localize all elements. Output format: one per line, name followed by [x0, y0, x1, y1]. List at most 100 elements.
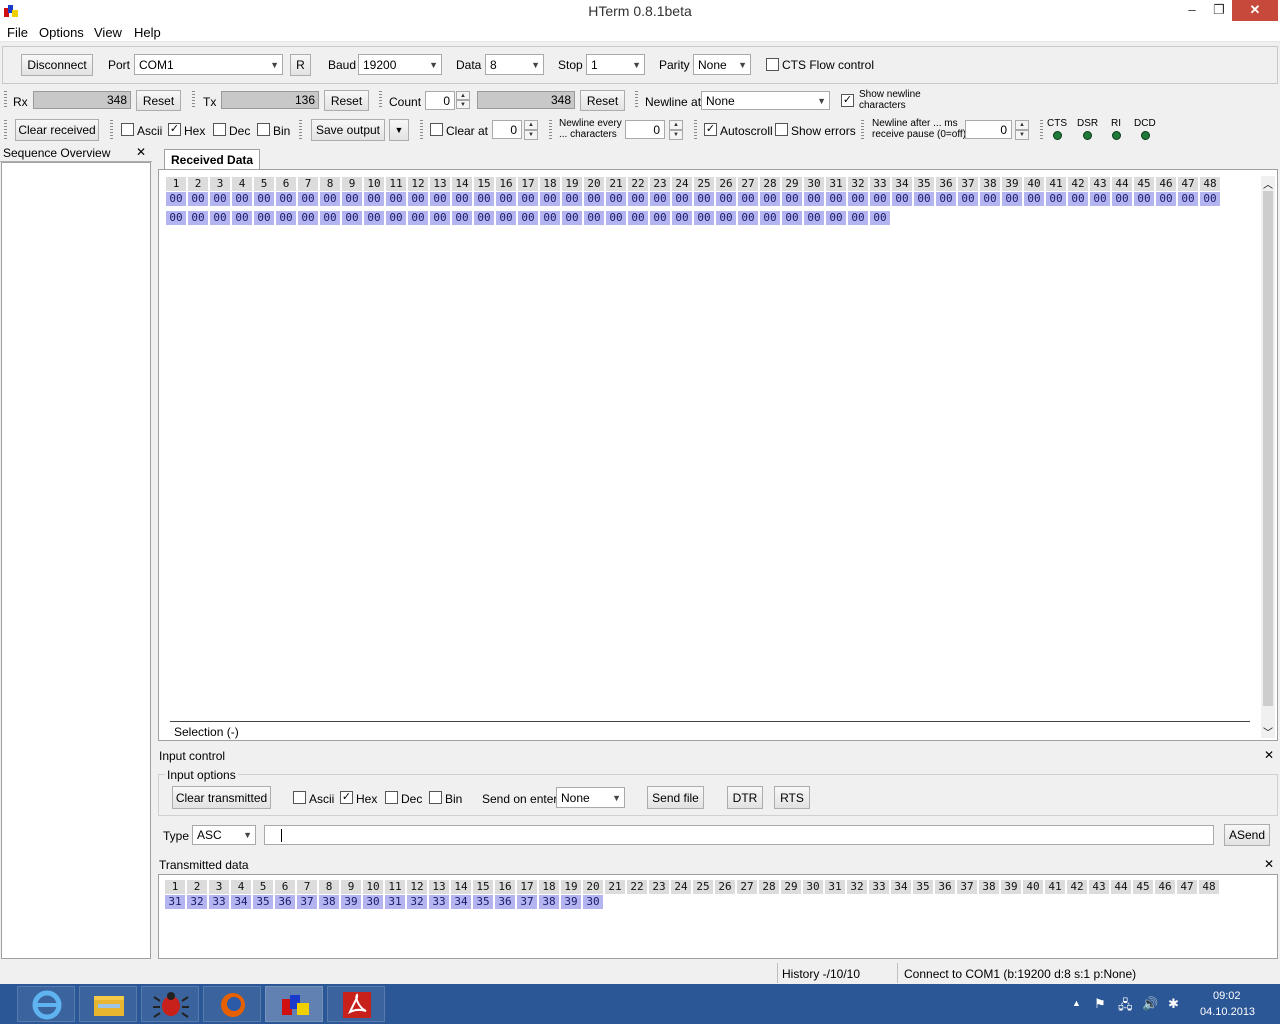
count-up-button[interactable]: ▲: [456, 91, 470, 100]
hex-byte[interactable]: 00: [1024, 192, 1044, 206]
newline-after-down-button[interactable]: ▼: [1015, 130, 1029, 140]
menu-view[interactable]: View: [94, 25, 122, 40]
scroll-up-icon[interactable]: ︿: [1261, 176, 1275, 191]
save-output-button[interactable]: Save output: [311, 119, 385, 141]
hex-byte[interactable]: 00: [1178, 192, 1198, 206]
hex-byte[interactable]: 35: [473, 895, 493, 909]
toolbar-grip[interactable]: [861, 120, 864, 140]
hex-byte[interactable]: 30: [363, 895, 383, 909]
hex-byte[interactable]: 34: [231, 895, 251, 909]
send-file-button[interactable]: Send file: [647, 786, 704, 809]
hex-byte[interactable]: 33: [429, 895, 449, 909]
bug-app-icon[interactable]: [141, 986, 199, 1022]
hex-byte[interactable]: 00: [628, 211, 648, 225]
hex-byte[interactable]: 00: [540, 192, 560, 206]
hex-byte[interactable]: 00: [1112, 192, 1132, 206]
toolbar-grip[interactable]: [4, 120, 7, 140]
hex-byte[interactable]: 00: [848, 192, 868, 206]
hex-byte[interactable]: 00: [342, 211, 362, 225]
tx-dec-checkbox[interactable]: [385, 791, 398, 804]
hex-byte[interactable]: 00: [738, 211, 758, 225]
toolbar-grip[interactable]: [1040, 120, 1043, 140]
menu-options[interactable]: Options: [39, 25, 84, 40]
asend-button[interactable]: ASend: [1224, 824, 1270, 846]
hex-byte[interactable]: 00: [430, 192, 450, 206]
newline-every-input[interactable]: 0: [625, 120, 665, 139]
newline-after-input[interactable]: 0: [965, 120, 1012, 139]
toolbar-grip[interactable]: [4, 91, 7, 109]
clear-at-up-button[interactable]: ▲: [524, 120, 538, 130]
hex-byte[interactable]: 37: [297, 895, 317, 909]
data-bits-select[interactable]: 8 ▼: [485, 54, 544, 75]
disconnect-button[interactable]: Disconnect: [21, 54, 93, 76]
hex-byte[interactable]: 00: [826, 192, 846, 206]
hex-byte[interactable]: 00: [826, 211, 846, 225]
toolbar-grip[interactable]: [635, 91, 638, 109]
menu-help[interactable]: Help: [134, 25, 161, 40]
clear-received-button[interactable]: Clear received: [15, 119, 99, 141]
close-icon[interactable]: ✕: [1264, 748, 1274, 762]
baud-select[interactable]: 19200 ▼: [358, 54, 442, 75]
toolbar-grip[interactable]: [549, 120, 552, 140]
hex-byte[interactable]: 00: [518, 211, 538, 225]
hex-byte[interactable]: 00: [1134, 192, 1154, 206]
hex-byte[interactable]: 00: [870, 211, 890, 225]
rx-ascii-checkbox[interactable]: [121, 123, 134, 136]
clock-date[interactable]: 04.10.2013: [1200, 1006, 1255, 1018]
tx-hex-checkbox[interactable]: ✓: [340, 791, 353, 804]
hex-byte[interactable]: 31: [165, 895, 185, 909]
hex-byte[interactable]: 00: [980, 192, 1000, 206]
hex-byte[interactable]: 00: [694, 192, 714, 206]
hex-byte[interactable]: 36: [495, 895, 515, 909]
transmit-input[interactable]: [264, 825, 1214, 845]
clear-at-checkbox[interactable]: [430, 123, 443, 136]
hex-byte[interactable]: 00: [474, 211, 494, 225]
hex-byte[interactable]: 00: [650, 211, 670, 225]
hex-byte[interactable]: 00: [540, 211, 560, 225]
parity-select[interactable]: None ▼: [693, 54, 751, 75]
hex-byte[interactable]: 00: [232, 211, 252, 225]
hex-byte[interactable]: 00: [254, 192, 274, 206]
autoscroll-checkbox[interactable]: ✓: [704, 123, 717, 136]
close-icon[interactable]: ✕: [136, 145, 146, 159]
rts-button[interactable]: RTS: [774, 786, 810, 809]
port-select[interactable]: COM1 ▼: [134, 54, 283, 75]
hex-byte[interactable]: 00: [386, 211, 406, 225]
hex-byte[interactable]: 38: [539, 895, 559, 909]
hex-byte[interactable]: 00: [210, 211, 230, 225]
hex-byte[interactable]: 00: [782, 192, 802, 206]
hex-byte[interactable]: 00: [496, 211, 516, 225]
hex-byte[interactable]: 00: [254, 211, 274, 225]
received-data-panel[interactable]: [158, 169, 1278, 741]
hex-byte[interactable]: 00: [298, 192, 318, 206]
hex-byte[interactable]: 00: [562, 211, 582, 225]
hex-byte[interactable]: 00: [320, 211, 340, 225]
hex-byte[interactable]: 00: [298, 211, 318, 225]
hex-byte[interactable]: 00: [452, 211, 472, 225]
hex-byte[interactable]: 39: [341, 895, 361, 909]
hex-byte[interactable]: 31: [385, 895, 405, 909]
hex-byte[interactable]: 00: [606, 211, 626, 225]
newline-every-down-button[interactable]: ▼: [669, 130, 683, 140]
hex-byte[interactable]: 34: [451, 895, 471, 909]
restore-button[interactable]: ❐: [1206, 0, 1232, 21]
hex-byte[interactable]: 32: [187, 895, 207, 909]
hex-byte[interactable]: 00: [364, 211, 384, 225]
hex-byte[interactable]: 32: [407, 895, 427, 909]
toolbar-grip[interactable]: [192, 91, 195, 109]
hex-byte[interactable]: 00: [672, 192, 692, 206]
acrobat-icon[interactable]: [327, 986, 385, 1022]
sequence-overview-list[interactable]: [1, 162, 151, 959]
close-button[interactable]: ✕: [1232, 0, 1278, 21]
type-select[interactable]: ASC ▼: [192, 825, 256, 845]
hex-byte[interactable]: 30: [583, 895, 603, 909]
refresh-ports-button[interactable]: R: [290, 54, 311, 76]
hex-byte[interactable]: 00: [650, 192, 670, 206]
hex-byte[interactable]: 00: [320, 192, 340, 206]
count-reset-button[interactable]: Reset: [580, 90, 625, 111]
hex-byte[interactable]: 00: [408, 192, 428, 206]
hex-byte[interactable]: 00: [716, 192, 736, 206]
hex-byte[interactable]: 00: [276, 211, 296, 225]
rx-reset-button[interactable]: Reset: [136, 90, 181, 111]
send-on-enter-select[interactable]: None ▼: [556, 787, 625, 808]
